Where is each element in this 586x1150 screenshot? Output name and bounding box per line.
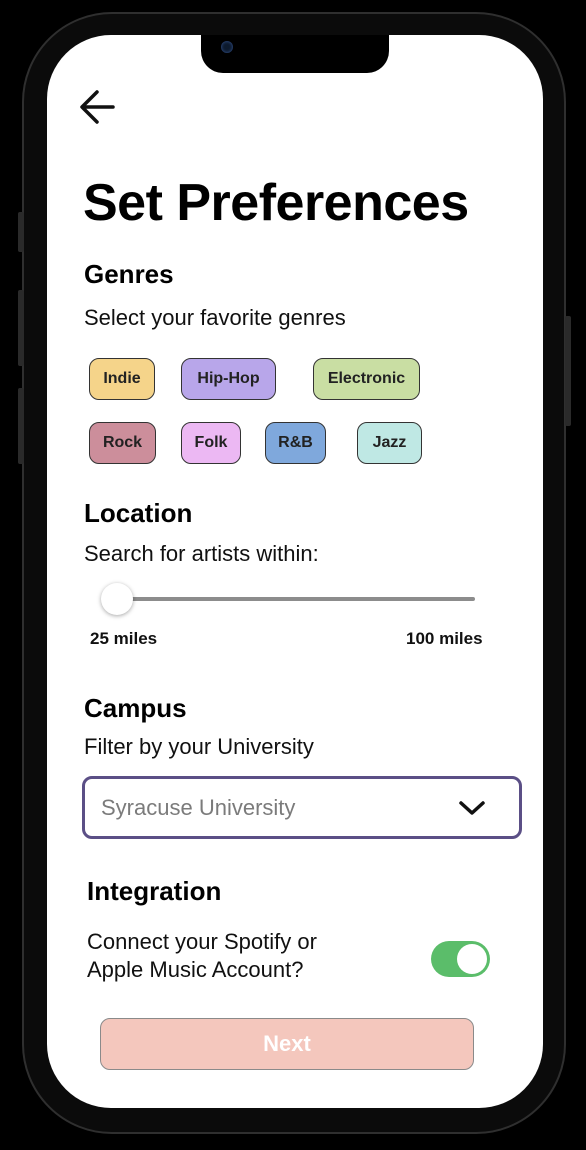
integration-heading: Integration	[87, 876, 222, 906]
chevron-down-icon	[459, 800, 485, 815]
next-button[interactable]: Next	[100, 1018, 474, 1070]
distance-slider-thumb[interactable]	[101, 583, 133, 615]
phone-volume-down	[18, 388, 24, 464]
toggle-knob	[457, 944, 487, 974]
slider-min-label: 25 miles	[90, 629, 158, 648]
campus-heading: Campus	[84, 693, 187, 723]
phone-power-button	[565, 316, 571, 426]
location-subtitle: Search for artists within:	[84, 541, 319, 566]
genre-chip-rnb[interactable]: R&B	[265, 422, 326, 464]
app-screen: Set Preferences Genres Select your favor…	[47, 35, 543, 1108]
genre-chip-indie[interactable]: Indie	[89, 358, 155, 400]
arrow-left-icon	[80, 90, 115, 124]
slider-max-label: 100 miles	[406, 629, 483, 648]
university-dropdown[interactable]: Syracuse University	[82, 776, 522, 839]
genres-heading: Genres	[84, 259, 174, 289]
university-dropdown-value: Syracuse University	[101, 794, 296, 820]
location-heading: Location	[84, 498, 193, 528]
integration-question-line2: Apple Music Account?	[87, 957, 304, 982]
integration-question-line1: Connect your Spotify or	[87, 929, 317, 954]
notch	[201, 35, 389, 73]
distance-slider-track[interactable]	[117, 597, 475, 601]
page-title: Set Preferences	[83, 174, 469, 232]
genre-chip-hip-hop[interactable]: Hip-Hop	[181, 358, 276, 400]
genres-subtitle: Select your favorite genres	[84, 305, 346, 330]
genre-chip-folk[interactable]: Folk	[181, 422, 241, 464]
phone-volume-up	[18, 290, 24, 366]
integration-toggle[interactable]	[431, 941, 490, 977]
genre-chip-jazz[interactable]: Jazz	[357, 422, 422, 464]
front-camera	[221, 41, 233, 53]
genre-chip-electronic[interactable]: Electronic	[313, 358, 420, 400]
genre-chip-rock[interactable]: Rock	[89, 422, 156, 464]
campus-subtitle: Filter by your University	[84, 734, 314, 759]
back-button[interactable]	[77, 87, 121, 131]
phone-side-button	[18, 212, 24, 252]
